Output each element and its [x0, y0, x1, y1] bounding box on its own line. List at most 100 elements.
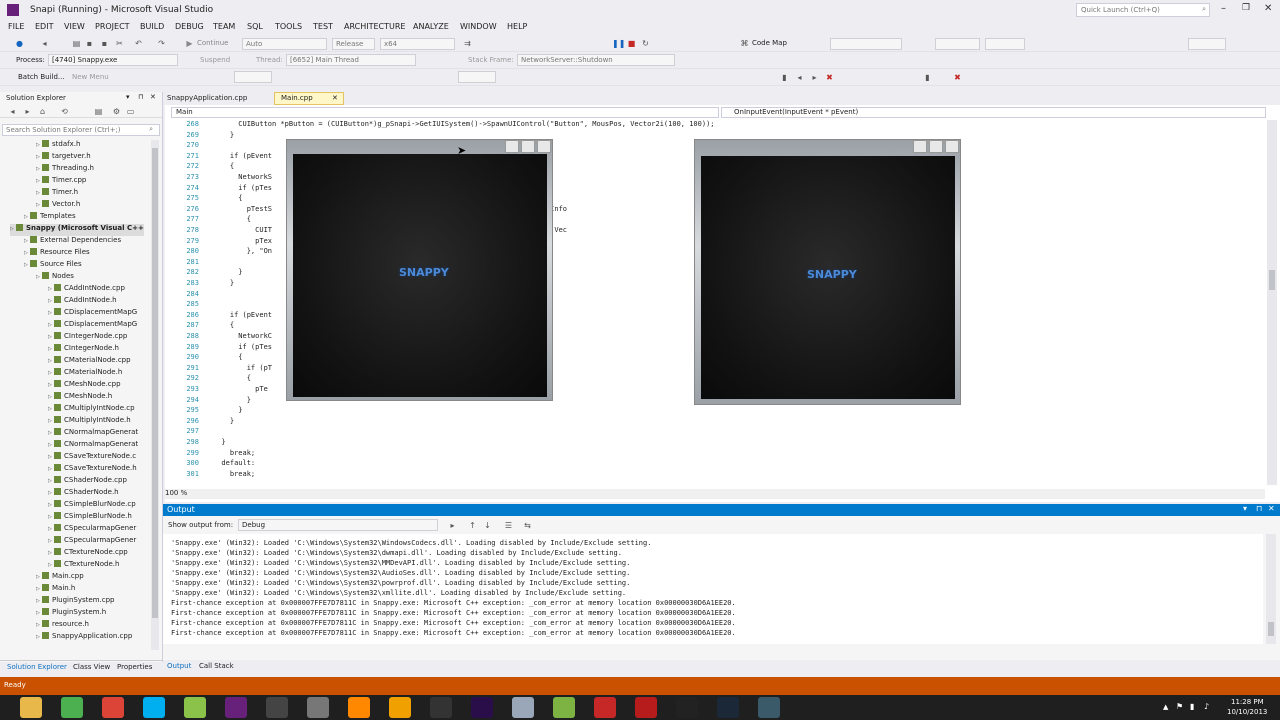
- tree-item[interactable]: ▷ CMeshNode.cpp: [48, 380, 121, 392]
- tree-item[interactable]: ▷ PluginSystem.cpp: [36, 596, 115, 608]
- pin-icon[interactable]: ▾: [126, 93, 130, 101]
- tree-item[interactable]: ▷ CMultiplyIntNode.h: [48, 416, 131, 428]
- menu-view[interactable]: VIEW: [64, 22, 85, 31]
- pause-icon[interactable]: ❚❚: [612, 39, 625, 48]
- home-icon[interactable]: ⌂: [38, 107, 47, 116]
- code-line[interactable]: }: [213, 131, 234, 142]
- auto-dropdown[interactable]: Auto: [242, 38, 327, 50]
- toolbar-dropdown-6[interactable]: [458, 71, 496, 83]
- code-line[interactable]: }: [213, 268, 242, 279]
- tree-item[interactable]: ▷ resource.h: [36, 620, 89, 632]
- code-line[interactable]: if (pTes: [213, 343, 272, 354]
- scope-dropdown-left[interactable]: Main: [171, 107, 719, 118]
- code-line[interactable]: {: [213, 374, 251, 385]
- configuration-dropdown[interactable]: Release: [332, 38, 375, 50]
- tree-item[interactable]: ▷ CNormalmapGenerat: [48, 428, 138, 440]
- panel-close-icon[interactable]: ✕: [150, 93, 156, 101]
- toolbar-dropdown-4[interactable]: [1188, 38, 1226, 50]
- code-line[interactable]: {: [213, 162, 234, 173]
- solution-scrollbar[interactable]: [151, 140, 159, 650]
- new-project-icon[interactable]: ●: [15, 39, 24, 48]
- tree-item[interactable]: ▷ CMeshNode.h: [48, 392, 112, 404]
- tree-item[interactable]: ▷ Source Files: [24, 260, 82, 272]
- tree-item[interactable]: ▷ Timer.h: [36, 188, 78, 200]
- tree-item[interactable]: ▷ Snappy (Microsoft Visual C++: [10, 224, 144, 236]
- menu-file[interactable]: FILE: [8, 22, 24, 31]
- menu-build[interactable]: BUILD: [140, 22, 164, 31]
- tree-item[interactable]: ▷ Resource Files: [24, 248, 90, 260]
- code-map-button[interactable]: Code Map: [752, 39, 787, 47]
- tree-item[interactable]: ▷ Nodes: [36, 272, 74, 284]
- tree-item[interactable]: ▷ PluginSystem.h: [36, 608, 106, 620]
- properties-icon[interactable]: ⚙: [112, 107, 121, 116]
- code-line[interactable]: }, "On: [213, 247, 272, 258]
- undo-icon[interactable]: ↶: [134, 39, 143, 48]
- back-icon[interactable]: ◂: [40, 39, 49, 48]
- minimize-button[interactable]: –: [1221, 3, 1226, 14]
- snappy-max-button[interactable]: [521, 140, 535, 153]
- skype-icon[interactable]: [143, 697, 165, 718]
- code-line[interactable]: }: [213, 438, 225, 449]
- code-line[interactable]: }: [213, 396, 251, 407]
- acrobat-icon[interactable]: [594, 697, 616, 718]
- vlc-icon[interactable]: [348, 697, 370, 718]
- snappy-canvas-right[interactable]: SNAPPY: [701, 156, 955, 399]
- snappy-window-left[interactable]: SNAPPY: [286, 139, 553, 401]
- code-line[interactable]: break;: [213, 449, 255, 460]
- stack-frame-dropdown[interactable]: NetworkServer::Shutdown: [517, 54, 675, 66]
- menu-window[interactable]: WINDOW: [460, 22, 497, 31]
- code-line[interactable]: {: [213, 215, 251, 226]
- tree-item[interactable]: ▷ CSimpleBlurNode.h: [48, 512, 132, 524]
- tree-item[interactable]: ▷ CDisplacementMapG: [48, 320, 137, 332]
- folder-icon[interactable]: [307, 697, 329, 718]
- zoom-level[interactable]: 100 %: [165, 489, 187, 497]
- tree-item[interactable]: ▷ Timer.cpp: [36, 176, 86, 188]
- app-window-icon[interactable]: [758, 697, 780, 718]
- tree-item[interactable]: ▷ CMaterialNode.cpp: [48, 356, 131, 368]
- save-icon[interactable]: ▪: [85, 39, 94, 48]
- tree-item[interactable]: ▷ CIntegerNode.cpp: [48, 332, 127, 344]
- new-menu-button[interactable]: New Menu: [72, 73, 109, 81]
- solution-search-input[interactable]: Search Solution Explorer (Ctrl+;) ⌕: [2, 124, 160, 136]
- menu-help[interactable]: HELP: [507, 22, 527, 31]
- bookmark-icon[interactable]: ▮: [780, 73, 789, 82]
- continue-icon[interactable]: ▶: [185, 39, 194, 48]
- tree-item[interactable]: ▷ CNormalmapGenerat: [48, 440, 138, 452]
- save-all-icon[interactable]: ▪: [100, 39, 109, 48]
- preview-icon[interactable]: ▭: [126, 107, 135, 116]
- volume-icon[interactable]: ♪: [1204, 702, 1209, 711]
- sync-icon[interactable]: ⟲: [60, 107, 69, 116]
- menu-team[interactable]: TEAM: [213, 22, 235, 31]
- output-vscroll[interactable]: [1266, 534, 1276, 644]
- snappy-min-button[interactable]: [913, 140, 927, 153]
- code-line[interactable]: }: [213, 417, 234, 428]
- chrome-icon[interactable]: [102, 697, 124, 718]
- code-line[interactable]: }: [213, 406, 242, 417]
- notepad-icon[interactable]: [184, 697, 206, 718]
- menu-tools[interactable]: TOOLS: [275, 22, 302, 31]
- toolbar-dropdown-5[interactable]: [234, 71, 272, 83]
- autohide-icon[interactable]: ⊓: [138, 93, 143, 101]
- clear-all-icon[interactable]: ☰: [504, 521, 513, 530]
- code-line[interactable]: CUIButton *pButton = (CUIButton*)g_pSnap…: [213, 120, 714, 131]
- code-line[interactable]: break;: [213, 470, 255, 481]
- network-icon[interactable]: ▮: [1190, 702, 1194, 711]
- code-line[interactable]: if (pTes: [213, 184, 272, 195]
- filezilla-icon[interactable]: [635, 697, 657, 718]
- editor-hscroll[interactable]: 100 %: [165, 489, 1265, 499]
- restart-icon[interactable]: ↻: [641, 39, 650, 48]
- menu-debug[interactable]: DEBUG: [175, 22, 204, 31]
- snappy-close-button[interactable]: [537, 140, 551, 153]
- code-line[interactable]: {: [213, 353, 242, 364]
- headphones-icon[interactable]: [389, 697, 411, 718]
- quick-launch-input[interactable]: Quick Launch (Ctrl+Q) ⌕: [1076, 3, 1210, 17]
- output-close-icon[interactable]: ✕: [1268, 504, 1275, 513]
- continue-button[interactable]: Continue: [197, 39, 228, 47]
- snappy-close-button[interactable]: [945, 140, 959, 153]
- tab-call-stack[interactable]: Call Stack: [199, 662, 234, 670]
- snappy-max-button[interactable]: [929, 140, 943, 153]
- tree-item[interactable]: ▷ Main.cpp: [36, 572, 84, 584]
- tree-item[interactable]: ▷ CTextureNode.h: [48, 560, 119, 572]
- chat-icon[interactable]: [553, 697, 575, 718]
- snappy-window-right[interactable]: SNAPPY: [694, 139, 961, 405]
